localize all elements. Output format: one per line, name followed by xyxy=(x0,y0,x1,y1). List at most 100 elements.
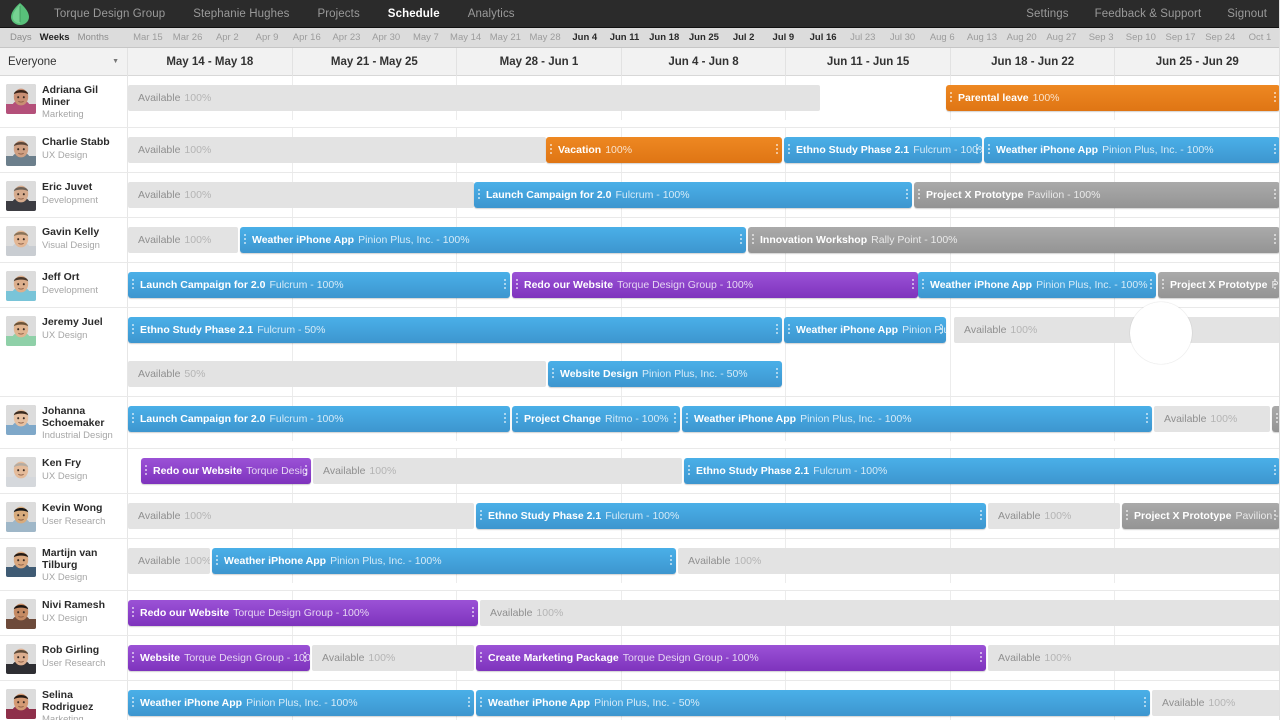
availability-bar[interactable]: Available 100% xyxy=(128,137,546,163)
resize-grip-right-icon[interactable] xyxy=(912,279,914,291)
avatar-martijn[interactable] xyxy=(6,547,36,577)
resize-grip-right-icon[interactable] xyxy=(674,413,676,425)
availability-bar[interactable]: Available 100% xyxy=(313,458,682,484)
timeline-lanes[interactable]: Available 100% Launch Campaign for 2.0 Fulc… xyxy=(128,173,1280,217)
avatar-gavin[interactable] xyxy=(6,226,36,256)
resize-grip-right-icon[interactable] xyxy=(1274,234,1276,246)
timeline-lane[interactable]: Available 50% Website Design Pinion Plus, I… xyxy=(128,352,1280,396)
ruler-tick[interactable]: Jul 2 xyxy=(724,32,764,43)
ruler-tick[interactable]: Jul 9 xyxy=(764,32,804,43)
resize-grip-left-icon[interactable] xyxy=(145,465,147,477)
resize-grip-right-icon[interactable] xyxy=(776,144,778,156)
avatar-adriana[interactable] xyxy=(6,84,36,114)
ruler-tick[interactable]: Aug 13 xyxy=(962,32,1002,43)
timeline-lane[interactable]: Available 100% Weather iPhone App Pinion Pl… xyxy=(128,218,1280,262)
timeline-lane[interactable]: Launch Campaign for 2.0 Fulcrum - 100% Pro… xyxy=(128,397,1280,441)
nav-item-torque-design-group[interactable]: Torque Design Group xyxy=(40,0,179,28)
availability-bar[interactable]: Available 100% xyxy=(988,645,1280,671)
torque-logo-icon[interactable] xyxy=(0,0,40,28)
resize-grip-left-icon[interactable] xyxy=(132,607,134,619)
ruler-tick[interactable]: Apr 23 xyxy=(327,32,367,43)
timeline-lane[interactable]: Available 100% Weather iPhone App Pinion Pl… xyxy=(128,539,1280,583)
resize-grip-right-icon[interactable] xyxy=(980,652,982,664)
timeline-lanes[interactable]: Launch Campaign for 2.0 Fulcrum - 100% Pro… xyxy=(128,397,1280,448)
person-cell[interactable]: Johanna Schoemaker Industrial Design xyxy=(0,397,128,448)
avatar-jeff[interactable] xyxy=(6,271,36,301)
assignment-bar[interactable]: Innovation Workshop Rally Point - 100% xyxy=(748,227,1280,253)
avatar-eric[interactable] xyxy=(6,181,36,211)
resize-grip-right-icon[interactable] xyxy=(776,368,778,380)
resize-grip-right-icon[interactable] xyxy=(504,413,506,425)
person-cell[interactable]: Adriana Gil Miner Marketing xyxy=(0,76,128,127)
ruler-tick[interactable]: Oct 1 xyxy=(1240,32,1280,43)
assignment-bar[interactable]: Weather iPhone App Pinion Plus, Inc. - 50… xyxy=(476,690,1150,716)
resize-grip-right-icon[interactable] xyxy=(776,324,778,336)
availability-bar[interactable]: Available 100% xyxy=(988,503,1120,529)
assignment-bar[interactable]: Launch Campaign for 2.0 Fulcrum - 100% xyxy=(474,182,912,208)
assignment-bar[interactable]: Parental leave 100% xyxy=(946,85,1280,111)
ruler-tick-list[interactable]: Mar 15 Mar 26 Apr 2 Apr 9 Apr 16 Apr 23 Apr 30… xyxy=(128,28,1280,47)
resize-grip-left-icon[interactable] xyxy=(516,279,518,291)
resize-grip-left-icon[interactable] xyxy=(988,144,990,156)
assignment-bar[interactable]: Project X PrototypePavilion - 100% xyxy=(1158,272,1280,298)
people-filter-dropdown[interactable]: Everyone ▼ xyxy=(0,47,128,76)
resize-grip-left-icon[interactable] xyxy=(550,144,552,156)
nav-item-signout[interactable]: Signout xyxy=(1214,0,1280,28)
person-cell[interactable]: Eric Juvet Development xyxy=(0,173,128,217)
availability-bar[interactable]: Available 100% xyxy=(128,503,474,529)
timeline-lane[interactable]: Redo our Website Torque Design Group - 10… xyxy=(128,591,1280,635)
resize-grip-left-icon[interactable] xyxy=(788,324,790,336)
ruler-tick[interactable]: Sep 24 xyxy=(1200,32,1240,43)
resize-grip-left-icon[interactable] xyxy=(480,510,482,522)
assignment-bar[interactable]: Redo our Website Torque Desig xyxy=(141,458,311,484)
timeline-lane[interactable]: Launch Campaign for 2.0 Fulcrum - 100% Red… xyxy=(128,263,1280,307)
nav-item-analytics[interactable]: Analytics xyxy=(454,0,529,28)
resize-grip-left-icon[interactable] xyxy=(132,697,134,709)
assignment-bar[interactable]: Weather iPhone App Pinion Plus, Inc. - 10… xyxy=(240,227,746,253)
timeline-lanes[interactable]: Weather iPhone App Pinion Plus, Inc. - 10… xyxy=(128,681,1280,720)
assignment-bar[interactable]: Website Torque Design Group - 100% xyxy=(128,645,310,671)
resize-grip-right-icon[interactable] xyxy=(504,279,506,291)
zoom-option-months[interactable]: Months xyxy=(74,32,113,43)
availability-bar[interactable]: Available 100% xyxy=(312,645,474,671)
timeline-lane[interactable]: Available 100% Launch Campaign for 2.0 Fulc… xyxy=(128,173,1280,217)
resize-grip-right-icon[interactable] xyxy=(472,607,474,619)
assignment-bar[interactable]: Website Design Pinion Plus, Inc. - 50% xyxy=(548,361,782,387)
nav-item-settings[interactable]: Settings xyxy=(1013,0,1081,28)
resize-grip-left-icon[interactable] xyxy=(788,144,790,156)
availability-bar[interactable]: Available 100% xyxy=(480,600,1280,626)
timeline-lanes[interactable]: Redo our Website Torque Desig Available 100… xyxy=(128,449,1280,493)
timeline-lanes[interactable]: Available 100% Ethno Study Phase 2.1 Fulcru… xyxy=(128,494,1280,538)
resize-grip-right-icon[interactable] xyxy=(1274,144,1276,156)
timeline-lane[interactable]: Available 100% Ethno Study Phase 2.1 Fulcru… xyxy=(128,494,1280,538)
assignment-bar[interactable]: Weather iPhone App Pinion Plu xyxy=(784,317,946,343)
avatar-nivi[interactable] xyxy=(6,599,36,629)
resize-grip-left-icon[interactable] xyxy=(478,189,480,201)
assignment-bar[interactable]: Ethno Study Phase 2.1 Fulcrum - 100% xyxy=(684,458,1280,484)
resize-grip-left-icon[interactable] xyxy=(1276,413,1278,425)
resize-grip-left-icon[interactable] xyxy=(480,697,482,709)
assignment-bar[interactable]: Weather iPhone App Pinion Plus, Inc. - 10… xyxy=(918,272,1156,298)
timeline-lanes[interactable]: Ethno Study Phase 2.1 Fulcrum - 50% Weathe… xyxy=(128,308,1280,396)
availability-bar[interactable]: Available 50% xyxy=(128,361,546,387)
ruler-tick[interactable]: Jul 23 xyxy=(843,32,883,43)
person-cell[interactable]: Martijn van Tilburg UX Design xyxy=(0,539,128,590)
ruler-tick[interactable]: Jul 16 xyxy=(803,32,843,43)
person-cell[interactable]: Kevin Wong User Research xyxy=(0,494,128,538)
ruler-tick[interactable]: Aug 27 xyxy=(1042,32,1082,43)
ruler-tick[interactable]: Jul 30 xyxy=(883,32,923,43)
avatar-charlie[interactable] xyxy=(6,136,36,166)
resize-grip-right-icon[interactable] xyxy=(670,555,672,567)
resize-grip-right-icon[interactable] xyxy=(980,510,982,522)
availability-bar[interactable]: Available 100% xyxy=(954,317,1280,343)
resize-grip-left-icon[interactable] xyxy=(216,555,218,567)
resize-grip-right-icon[interactable] xyxy=(468,697,470,709)
availability-bar[interactable]: Available 100% xyxy=(128,227,238,253)
assignment-bar[interactable]: Vacation 100% xyxy=(546,137,782,163)
resize-grip-right-icon[interactable] xyxy=(1150,279,1152,291)
resize-grip-left-icon[interactable] xyxy=(1162,279,1164,291)
resize-grip-right-icon[interactable] xyxy=(1146,413,1148,425)
assignment-bar[interactable]: Weather iPhone App Pinion Plus, Inc. - 10… xyxy=(682,406,1152,432)
resize-grip-left-icon[interactable] xyxy=(132,324,134,336)
assignment-bar[interactable]: Redo our Website Torque Design Group - 10… xyxy=(128,600,478,626)
